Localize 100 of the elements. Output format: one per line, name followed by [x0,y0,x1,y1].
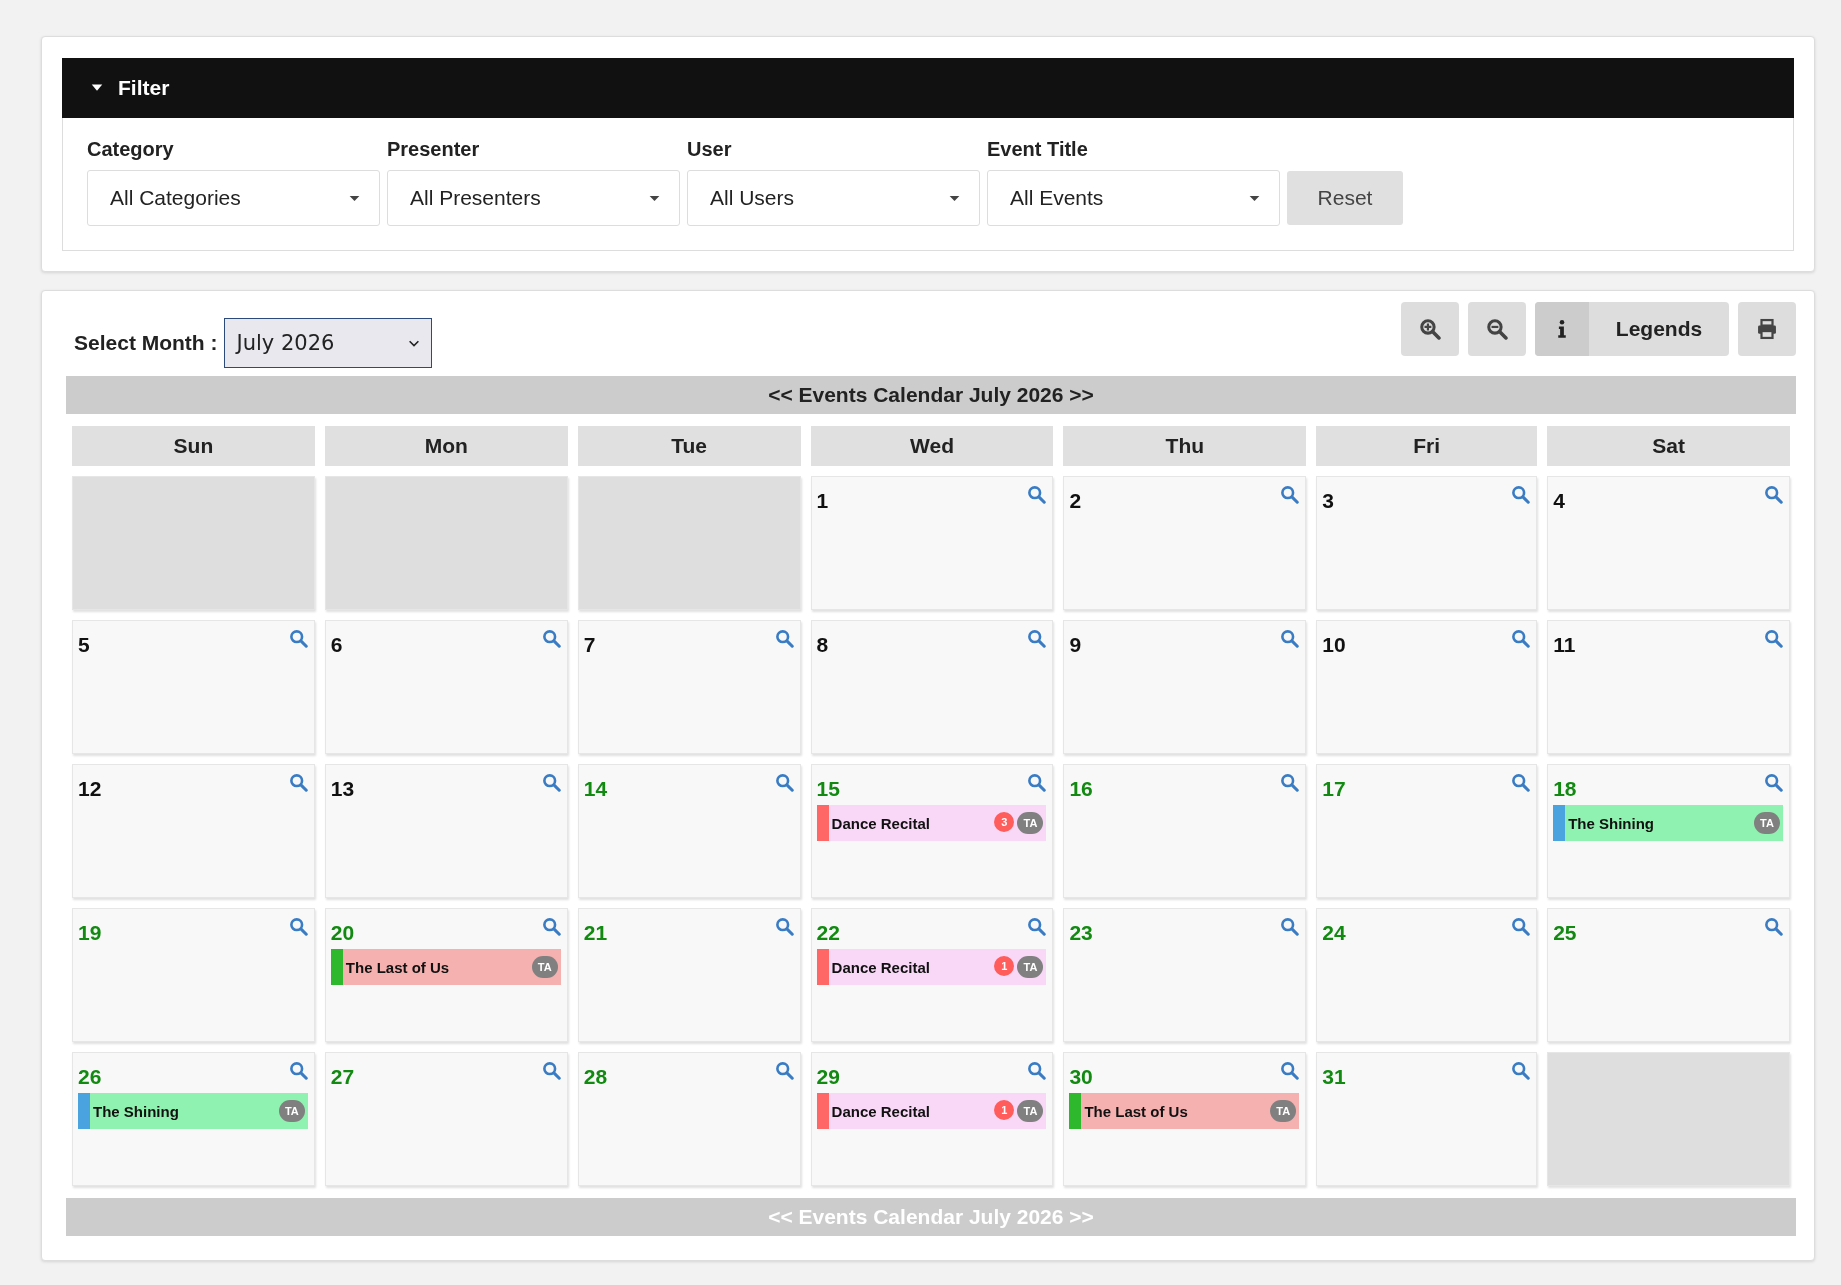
day-number: 28 [583,1065,608,1089]
event-bar[interactable]: Dance Recital 1 TA [816,949,1047,985]
day-cell[interactable]: 3 [1316,476,1538,610]
print-button[interactable] [1738,302,1796,356]
legends-button[interactable]: Legends [1535,302,1729,356]
search-icon [1027,485,1047,504]
initials-avatar: TA [1270,1100,1297,1122]
day-cell[interactable]: 22 Dance Recital 1 TA [810,908,1054,1042]
day-cell[interactable]: 2 [1063,476,1307,610]
day-cell[interactable]: 5 [72,620,315,754]
field-label: Category [87,138,175,161]
search-icon [1280,629,1300,648]
day-cell[interactable]: 19 [72,908,315,1042]
search-icon [1027,773,1047,792]
initials-avatar: TA [531,956,558,978]
day-number: 30 [1069,1065,1093,1089]
initials-avatar: TA [1754,812,1780,834]
day-cell[interactable]: 11 [1547,620,1790,754]
event-bar[interactable]: The Shining TA [1553,805,1783,841]
dropdown[interactable]: All Events [987,170,1280,226]
day-number: 24 [1322,921,1346,945]
day-number: 13 [330,777,355,801]
print-icon [1756,318,1778,340]
search-icon [1027,917,1047,936]
day-cell[interactable]: 15 Dance Recital 3 TA [810,764,1054,898]
day-number: 3 [1322,489,1334,513]
day-cell[interactable]: 17 [1316,764,1538,898]
weekday-header: Fri [1316,426,1538,466]
day-number: 25 [1553,921,1577,945]
day-cell[interactable]: 30 The Last of Us TA [1063,1052,1307,1186]
day-cell[interactable]: 7 [577,620,801,754]
count-badge: 1 [994,1100,1015,1120]
weekday-header: Sun [72,426,315,466]
zoom-in-icon [1419,318,1441,340]
search-icon [1511,485,1531,504]
search-icon [541,629,561,648]
zoom-out-button[interactable] [1468,302,1526,356]
event-bar[interactable]: The Shining TA [78,1093,308,1129]
day-number: 21 [583,921,608,945]
initials-avatar: TA [1017,812,1044,834]
search-icon [1511,917,1531,936]
search-icon [288,773,308,792]
field-label: Event Title [987,138,1089,161]
day-cell[interactable]: 31 [1316,1052,1538,1186]
month-label: Select Month : [74,331,218,355]
search-icon [1511,1061,1531,1080]
day-cell[interactable]: 29 Dance Recital 1 TA [810,1052,1054,1186]
day-cell[interactable]: 24 [1316,908,1538,1042]
day-cell[interactable]: 27 [324,1052,568,1186]
search-icon [1764,773,1783,792]
day-number: 20 [330,921,355,945]
day-number: 7 [583,633,596,657]
dropdown[interactable]: All Categories [87,170,380,226]
search-icon [541,1061,561,1080]
filter-header[interactable]: Filter [62,58,1794,118]
event-bar[interactable]: The Last of Us TA [330,949,561,985]
day-number: 10 [1322,633,1346,657]
day-cell[interactable]: 28 [577,1052,801,1186]
day-cell[interactable]: 8 [810,620,1054,754]
weekday-header: Sat [1547,426,1790,466]
day-number: 4 [1553,489,1565,513]
day-number: 23 [1069,921,1093,945]
day-cell[interactable]: 9 [1063,620,1307,754]
day-number: 16 [1069,777,1093,801]
search-icon [1027,629,1047,648]
day-cell[interactable]: 18 The Shining TA [1547,764,1790,898]
calendar-header[interactable]: << Events Calendar July 2026 >> [66,376,1796,414]
search-icon [1764,917,1783,936]
day-cell[interactable]: 26 The Shining TA [72,1052,315,1186]
day-cell[interactable]: 12 [72,764,315,898]
day-number: 22 [816,921,840,945]
day-cell[interactable]: 10 [1316,620,1538,754]
initials-avatar: TA [1017,956,1044,978]
day-cell[interactable]: 14 [577,764,801,898]
search-icon [541,773,561,792]
event-bar[interactable]: Dance Recital 3 TA [816,805,1047,841]
search-icon [1511,629,1531,648]
day-cell[interactable]: 1 [810,476,1054,610]
dropdown[interactable]: All Presenters [387,170,680,226]
day-cell[interactable]: 23 [1063,908,1307,1042]
day-cell[interactable]: 25 [1547,908,1790,1042]
count-badge: 3 [994,812,1015,832]
day-cell[interactable]: 16 [1063,764,1307,898]
reset-button[interactable]: Reset [1287,171,1403,225]
day-cell[interactable]: 21 [577,908,801,1042]
zoom-in-button[interactable] [1401,302,1459,356]
event-bar[interactable]: Dance Recital 1 TA [816,1093,1047,1129]
day-cell[interactable]: 4 [1547,476,1790,610]
search-icon [1764,485,1783,504]
day-cell[interactable]: 20 The Last of Us TA [324,908,568,1042]
month-select[interactable]: July 2026 [223,318,432,368]
weekday-header: Wed [810,426,1054,466]
event-bar[interactable]: The Last of Us TA [1069,1093,1300,1129]
search-icon [774,917,794,936]
day-cell[interactable]: 6 [324,620,568,754]
search-icon [774,1061,794,1080]
day-number: 29 [816,1065,840,1089]
day-cell[interactable]: 13 [324,764,568,898]
dropdown[interactable]: All Users [687,170,980,226]
day-number: 14 [583,777,608,801]
